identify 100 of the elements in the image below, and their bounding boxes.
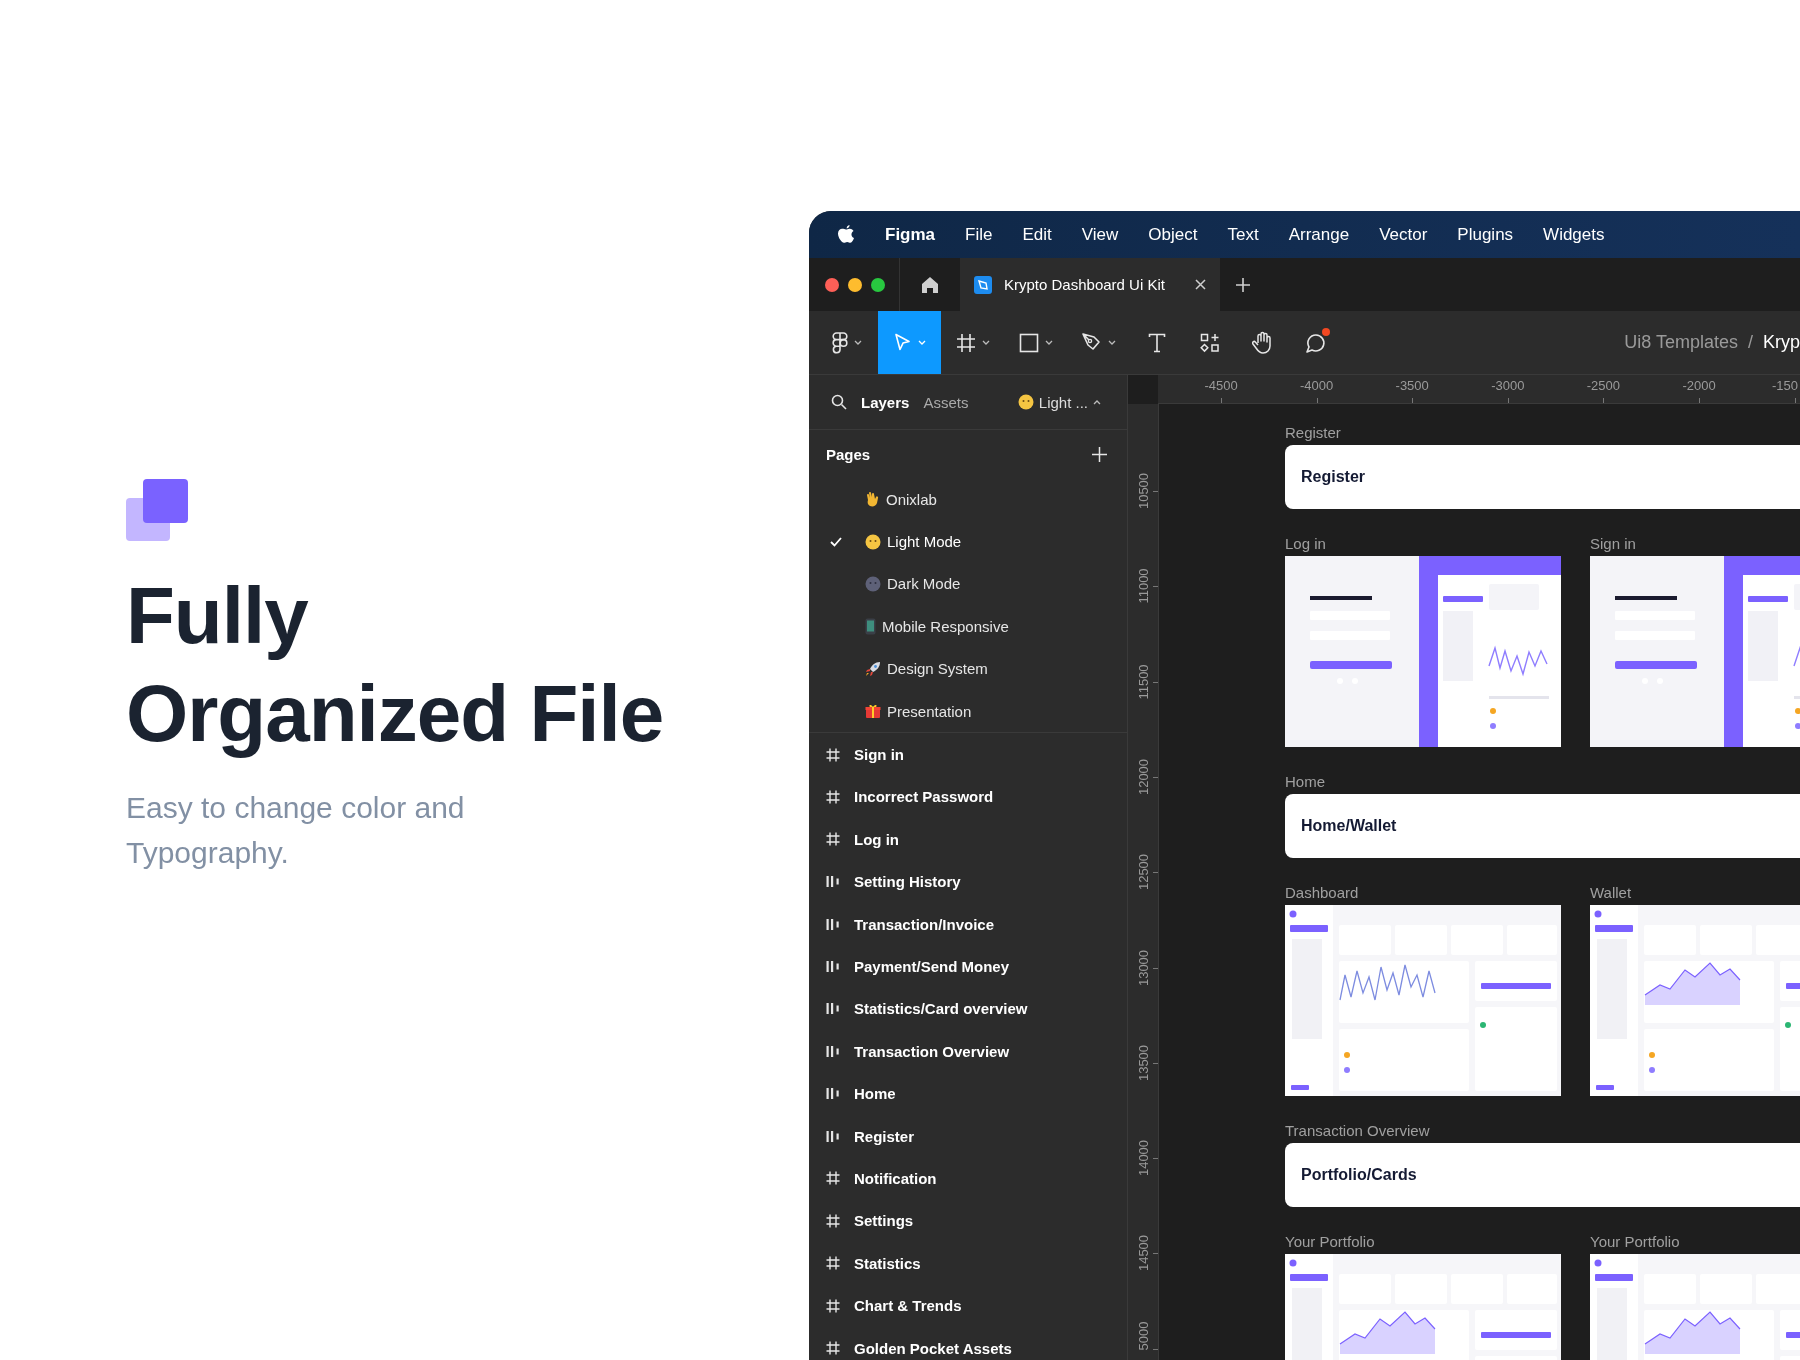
ruler-label: 11500 <box>1135 664 1151 700</box>
layer-item[interactable]: Setting History <box>854 873 961 891</box>
stacked-squares-logo-icon <box>126 479 188 541</box>
menu-item[interactable]: File <box>965 224 993 245</box>
components-icon <box>1199 332 1220 353</box>
menu-item[interactable]: Plugins <box>1457 224 1514 245</box>
frame-icon <box>826 1171 840 1186</box>
section-banner[interactable]: Portfolio/Cards <box>1285 1143 1800 1207</box>
layer-item[interactable]: Chart & Trends <box>854 1297 962 1315</box>
caret-icon <box>853 340 862 345</box>
breadcrumb-item[interactable]: Ui8 Templates <box>1624 332 1738 353</box>
frame-label[interactable]: Register <box>1285 424 1800 442</box>
page-item[interactable]: Presentation <box>887 702 972 720</box>
ruler-label: 13000 <box>1135 949 1151 986</box>
search-icon[interactable] <box>831 394 847 410</box>
frame-label[interactable]: Sign in <box>1590 535 1800 553</box>
layer-item[interactable]: Transaction/Invoice <box>854 915 995 933</box>
new-tab-icon[interactable] <box>1236 277 1250 292</box>
ruler-label: -150 <box>1771 378 1798 393</box>
close-window-button[interactable] <box>825 277 839 292</box>
layer-item[interactable]: Payment/Send Money <box>854 958 1010 975</box>
ruler-label: 11000 <box>1135 568 1151 604</box>
frame-label[interactable]: Home <box>1285 773 1800 791</box>
frame-label[interactable]: Log in <box>1285 535 1561 553</box>
menu-item[interactable]: View <box>1081 224 1119 245</box>
headline: Fully Organized File <box>126 570 665 760</box>
bars-icon <box>826 1087 840 1101</box>
bars-icon <box>826 875 840 889</box>
caret-icon[interactable] <box>1093 399 1101 405</box>
layer-item[interactable]: Statistics <box>854 1254 921 1272</box>
frame-icon <box>826 1256 840 1271</box>
menu-item[interactable]: Vector <box>1379 224 1428 245</box>
menu-item[interactable]: Arrange <box>1288 224 1350 245</box>
ruler-label: -4500 <box>1204 378 1238 393</box>
page-item[interactable]: Mobile Responsive <box>882 617 1009 635</box>
apple-icon[interactable] <box>837 224 855 245</box>
layer-item[interactable]: Settings <box>854 1212 914 1230</box>
layer-item[interactable]: Notification <box>854 1169 937 1187</box>
figma-logo-icon <box>831 331 848 354</box>
menu-item[interactable]: Text <box>1227 224 1259 245</box>
layer-item[interactable]: Log in <box>854 830 899 848</box>
caret-icon <box>917 340 926 345</box>
layer-item[interactable]: Statistics/Card overview <box>854 1000 1028 1018</box>
waving-hand-icon <box>865 491 880 508</box>
page-item[interactable]: Light Mode <box>887 533 962 551</box>
section-banner[interactable]: Register <box>1285 445 1800 509</box>
bars-icon <box>826 1129 840 1143</box>
layer-item[interactable]: Sign in <box>854 746 904 764</box>
frame-label[interactable]: Wallet <box>1590 884 1800 902</box>
frame-label[interactable]: Transaction Overview <box>1285 1122 1800 1140</box>
minimize-window-button[interactable] <box>848 277 862 292</box>
page-item[interactable]: Design System <box>887 660 988 678</box>
pages-heading: Pages <box>826 445 871 463</box>
face-icon <box>865 533 881 550</box>
frame-icon <box>826 747 840 762</box>
rectangle-icon <box>1018 332 1039 353</box>
menu-item[interactable]: Object <box>1148 224 1198 245</box>
layer-item[interactable]: Home <box>854 1085 896 1103</box>
menu-item[interactable]: Edit <box>1022 224 1052 245</box>
frame-icon <box>826 1298 840 1313</box>
layer-item[interactable]: Incorrect Password <box>854 788 994 806</box>
frame-label[interactable]: Your Portfolio <box>1285 1233 1561 1251</box>
page-item[interactable]: Dark Mode <box>887 575 961 593</box>
close-icon[interactable] <box>1195 279 1206 290</box>
subtitle: Easy to change color and Typography. <box>126 790 466 871</box>
layer-item[interactable]: Transaction Overview <box>854 1042 1010 1060</box>
frame-icon <box>826 1213 840 1228</box>
page-switcher[interactable]: Light ... <box>1038 393 1088 411</box>
menu-app-name[interactable]: Figma <box>885 224 936 245</box>
layer-item[interactable]: Register <box>854 1127 915 1145</box>
bars-icon <box>826 1002 840 1016</box>
section-banner[interactable]: Home/Wallet <box>1285 794 1800 858</box>
layer-item[interactable]: Golden Pocket Assets <box>854 1339 1012 1357</box>
pen-icon <box>1081 332 1102 353</box>
caret-icon <box>981 340 990 345</box>
gift-icon <box>865 703 881 720</box>
home-icon[interactable] <box>921 275 939 294</box>
file-tab[interactable]: Krypto Dashboard Ui Kit <box>960 258 1220 311</box>
ruler-label: 14000 <box>1135 1140 1151 1177</box>
comment-icon <box>1304 331 1327 354</box>
cursor-icon <box>893 332 912 353</box>
frame-label[interactable]: Dashboard <box>1285 884 1561 902</box>
frame-icon <box>826 832 840 847</box>
ruler-label: 12500 <box>1135 854 1151 891</box>
panel-tab[interactable]: Layers <box>861 393 910 411</box>
ruler-label: 5000 <box>1135 1321 1151 1351</box>
rocket-icon <box>865 660 881 677</box>
add-page-icon[interactable] <box>1092 446 1107 462</box>
ruler-label: 10500 <box>1135 472 1151 510</box>
page-item[interactable]: Onixlab <box>886 490 937 508</box>
ruler-label: -2500 <box>1586 378 1620 393</box>
face-icon <box>1017 394 1034 410</box>
bars-icon <box>826 917 840 931</box>
panel-tab[interactable]: Assets <box>923 393 969 411</box>
zoom-window-button[interactable] <box>871 277 885 292</box>
breadcrumb-item[interactable]: Kryp <box>1763 332 1800 353</box>
menu-item[interactable]: Widgets <box>1543 224 1605 245</box>
ruler-label: -4000 <box>1299 378 1334 393</box>
phone-icon <box>865 617 876 635</box>
frame-label[interactable]: Your Portfolio <box>1590 1233 1800 1251</box>
